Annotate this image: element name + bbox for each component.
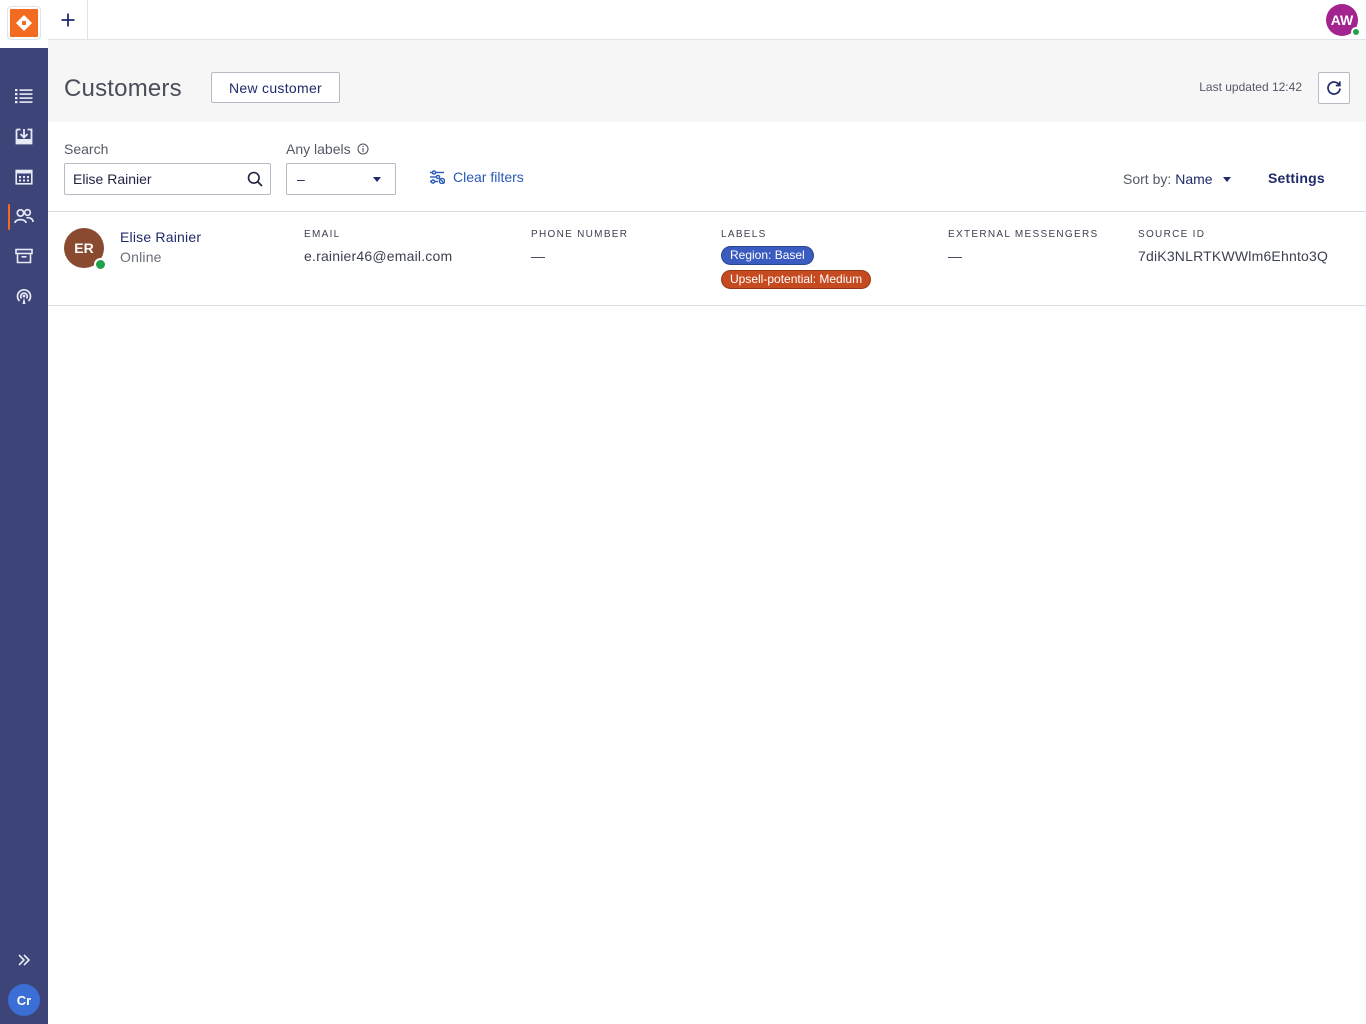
search-label: Search — [64, 141, 109, 157]
sidebar-item-inbox[interactable] — [0, 120, 48, 152]
sidebar-item-broadcast[interactable] — [0, 280, 48, 312]
user-avatar[interactable]: AW — [1326, 4, 1361, 37]
double-chevron-right-icon — [18, 954, 31, 966]
sidebar-item-customers[interactable] — [0, 200, 48, 232]
page-title: Customers — [64, 75, 182, 102]
customer-phone: — — [531, 248, 546, 264]
labels-filter-label: Any labels — [286, 141, 369, 157]
sort-dropdown[interactable]: Sort by: Name — [1123, 171, 1231, 187]
online-status-dot — [1351, 27, 1361, 37]
inbox-icon — [15, 128, 33, 144]
labels-header: LABELS — [721, 229, 767, 240]
clear-filters-label: Clear filters — [453, 169, 524, 185]
list-icon — [15, 89, 33, 104]
label-tag-region[interactable]: Region: Basel — [721, 246, 814, 265]
customer-source-id: 7diK3NLRTKWWlm6Ehnto3Q — [1138, 248, 1329, 264]
search-field[interactable] — [64, 163, 271, 195]
page-header: Customers New customer Last updated 12:4… — [48, 40, 1366, 122]
info-icon[interactable] — [357, 143, 369, 155]
search-input[interactable] — [73, 170, 243, 188]
sidebar-item-archive[interactable] — [0, 240, 48, 272]
messengers-header: EXTERNAL MESSENGERS — [948, 229, 1099, 240]
users-icon — [14, 208, 34, 224]
label-tag-upsell[interactable]: Upsell-potential: Medium — [721, 270, 872, 289]
customer-initials: ER — [74, 240, 94, 256]
filter-bar: Search Any labels – Clear filters — [48, 122, 1366, 212]
email-header: EMAIL — [304, 229, 341, 240]
calendar-icon — [15, 169, 33, 185]
customer-avatar: ER — [64, 228, 107, 271]
app-logo[interactable] — [8, 7, 40, 39]
phone-header: PHONE NUMBER — [531, 229, 629, 240]
labels-select-value: – — [297, 171, 305, 187]
table-row[interactable]: ER Elise Rainier Online EMAIL e.rainier4… — [48, 212, 1366, 306]
search-icon[interactable] — [247, 171, 263, 187]
broadcast-icon — [16, 289, 32, 304]
add-tab-button[interactable] — [48, 0, 88, 39]
settings-link[interactable]: Settings — [1268, 170, 1325, 186]
source-id-header: SOURCE ID — [1138, 229, 1206, 240]
logo-area — [0, 0, 48, 48]
clear-filters-button[interactable]: Clear filters — [429, 169, 524, 185]
labels-label-text: Any labels — [286, 141, 351, 157]
new-customer-button[interactable]: New customer — [211, 72, 340, 103]
customer-name-link[interactable]: Elise Rainier — [120, 229, 201, 245]
sort-value: Name — [1175, 171, 1213, 187]
last-updated-text: Last updated 12:42 — [1199, 80, 1302, 94]
expand-sidebar-button[interactable] — [0, 948, 48, 972]
user-initials: AW — [1330, 12, 1354, 28]
plus-icon — [61, 13, 74, 26]
sidebar-user-avatar[interactable]: Cr — [8, 984, 40, 1016]
sidebar-item-calendar[interactable] — [0, 160, 48, 192]
online-status-dot — [94, 258, 107, 271]
sidebar: Cr — [0, 0, 48, 1024]
top-bar: AW — [48, 0, 1366, 40]
archive-icon — [15, 248, 33, 264]
chevron-down-icon — [1222, 176, 1231, 182]
labels-select[interactable]: – — [286, 163, 396, 195]
refresh-button[interactable] — [1318, 72, 1350, 104]
sort-label: Sort by: — [1123, 171, 1172, 187]
refresh-icon — [1327, 81, 1341, 95]
customer-status: Online — [120, 249, 162, 265]
sidebar-item-list[interactable] — [0, 80, 48, 112]
customer-email: e.rainier46@email.com — [304, 248, 453, 264]
chevron-down-icon — [373, 177, 381, 182]
filter-sliders-icon — [430, 170, 445, 184]
customer-messengers: — — [948, 248, 963, 264]
